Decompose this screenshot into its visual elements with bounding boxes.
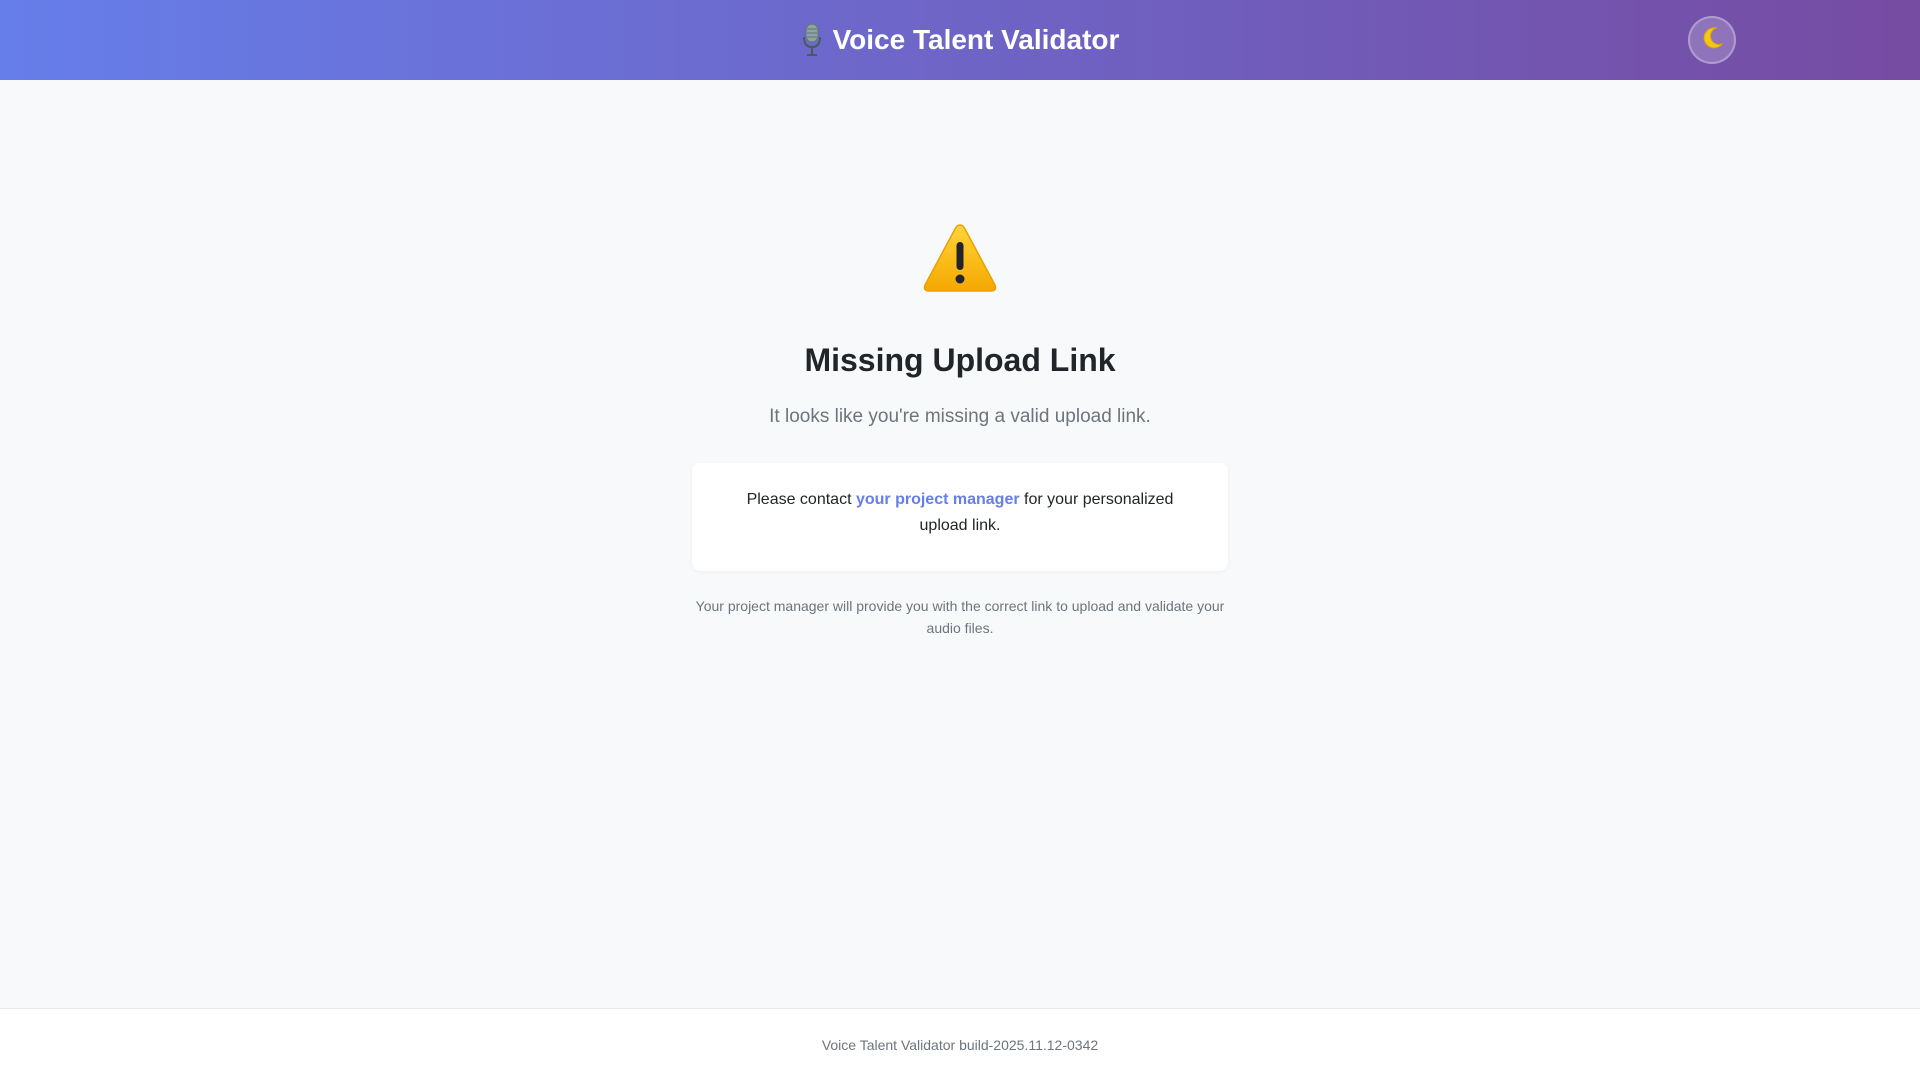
contact-prefix: Please contact xyxy=(746,491,856,508)
footer-build-text: Voice Talent Validator build-2025.11.12-… xyxy=(821,1037,1099,1053)
warning-icon xyxy=(922,222,998,294)
app-header: Voice Talent Validator xyxy=(0,0,1920,80)
main-content: Missing Upload Link It looks like you're… xyxy=(0,80,1920,1008)
app-title: Voice Talent Validator xyxy=(801,23,1120,57)
project-manager-link[interactable]: your project manager xyxy=(856,491,1020,508)
page-title: Missing Upload Link xyxy=(804,342,1116,378)
theme-toggle-button[interactable] xyxy=(1688,16,1736,64)
footer: Voice Talent Validator build-2025.11.12-… xyxy=(0,1008,1920,1080)
help-text: Your project manager will provide you wi… xyxy=(695,598,1225,636)
moon-icon xyxy=(1699,25,1725,56)
microphone-icon xyxy=(801,23,823,57)
page-subtitle: It looks like you're missing a valid upl… xyxy=(769,406,1151,427)
contact-card: Please contact your project manager for … xyxy=(692,463,1228,571)
app-title-text: Voice Talent Validator xyxy=(832,24,1120,55)
